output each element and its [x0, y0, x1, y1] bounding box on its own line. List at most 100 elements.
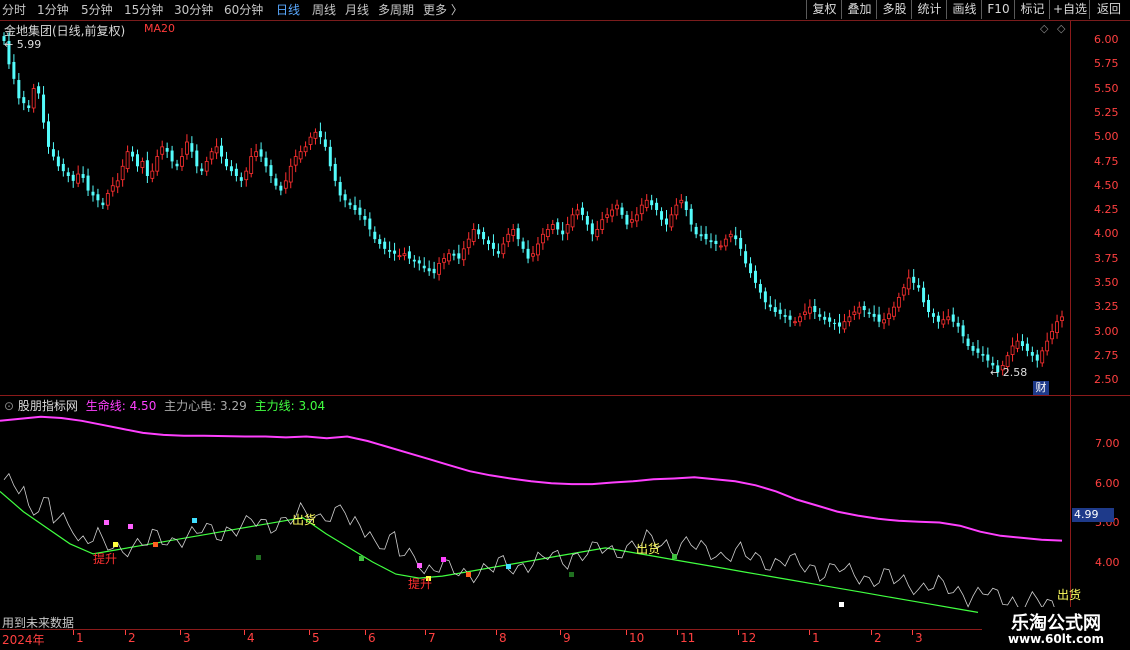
candle-body [1030, 352, 1034, 356]
candle-body [620, 207, 624, 215]
candle-body [1005, 355, 1010, 367]
adjust-button[interactable]: 复权 [806, 0, 842, 19]
draw-line-button[interactable]: 画线 [946, 0, 982, 19]
candle-body [818, 314, 822, 317]
candle-body [397, 255, 402, 258]
x-axis-month-label: 9 [563, 631, 571, 645]
period-intraday[interactable]: 分时 [2, 2, 26, 18]
x-axis-tick [365, 630, 366, 635]
x-axis-month-label: 8 [499, 631, 507, 645]
candle-body [699, 234, 703, 237]
candle-body [892, 306, 896, 317]
candle-body [516, 228, 520, 240]
candle-body [190, 143, 194, 152]
candle-body [867, 312, 871, 314]
candle-body [279, 185, 283, 191]
candle-body [813, 305, 817, 312]
candle-body [793, 321, 797, 324]
candle-body [175, 163, 179, 167]
finance-badge[interactable]: 财 [1033, 381, 1049, 395]
price-scale-label: 5.25 [1094, 105, 1119, 119]
candle-body [338, 182, 342, 196]
multi-stock-button[interactable]: 多股 [876, 0, 912, 19]
candle-body [12, 61, 16, 79]
candle-body [605, 214, 610, 218]
x-axis-year: 2024年 [2, 633, 45, 647]
candle-body [422, 265, 426, 269]
candle-body [66, 172, 70, 176]
candle-body [378, 239, 382, 244]
candle-body [27, 105, 31, 108]
candle-body [343, 194, 347, 201]
candle-body [229, 166, 233, 172]
overlay-button[interactable]: 叠加 [841, 0, 877, 19]
period-weekly[interactable]: 周线 [312, 2, 336, 18]
x-axis-tick [73, 630, 74, 635]
candle-body [452, 253, 456, 256]
statistics-button[interactable]: 统计 [911, 0, 947, 19]
candle-body [1025, 343, 1029, 351]
candle-body [373, 231, 377, 240]
candle-body [976, 348, 980, 353]
price-scale-label: 3.50 [1094, 276, 1119, 289]
candle-body [165, 148, 169, 152]
candle-body [709, 240, 713, 243]
heart-line [3, 472, 1063, 617]
candle-body [922, 287, 926, 303]
period-multi[interactable]: 多周期 [378, 2, 414, 18]
price-axis-border [1070, 21, 1071, 630]
candle-body [1035, 354, 1039, 361]
candle-body [298, 151, 303, 160]
period-1min[interactable]: 1分钟 [37, 2, 69, 18]
x-axis-month-label: 3 [915, 631, 923, 645]
candle-body [76, 173, 81, 184]
signal-dot [128, 524, 133, 529]
add-watchlist-button[interactable]: +自选 [1049, 0, 1090, 19]
candle-body [536, 243, 540, 256]
period-monthly[interactable]: 月线 [345, 2, 369, 18]
candle-body [956, 322, 960, 327]
period-daily[interactable]: 日线 [276, 2, 300, 18]
x-axis-month-label: 2 [874, 631, 882, 645]
f10-button[interactable]: F10 [981, 0, 1015, 19]
period-15min[interactable]: 15分钟 [124, 2, 163, 18]
candle-body [491, 242, 495, 249]
period-5min[interactable]: 5分钟 [81, 2, 113, 18]
mark-button[interactable]: 标记 [1014, 0, 1050, 19]
candle-body [575, 209, 580, 216]
candle-body [600, 219, 605, 230]
signal-dot [506, 564, 511, 569]
signal-out-2: 出货 [636, 542, 661, 556]
candle-body [936, 315, 940, 322]
x-axis-tick [912, 630, 913, 635]
candle-body [521, 241, 525, 249]
candle-body [887, 313, 891, 320]
candle-body [986, 354, 990, 361]
period-30min[interactable]: 30分钟 [174, 2, 213, 18]
signal-dot [192, 518, 197, 523]
period-60min[interactable]: 60分钟 [224, 2, 263, 18]
high-marker-value: 5.99 [16, 38, 42, 51]
candle-body [313, 131, 318, 139]
candle-body [308, 136, 313, 145]
candle-body [655, 202, 659, 210]
period-more[interactable]: 更多 〉 [423, 2, 463, 18]
candle-body [749, 263, 753, 274]
candle-body [200, 168, 204, 172]
candle-body [288, 165, 293, 183]
candle-body [393, 250, 397, 254]
signal-up-1: 提升 [93, 552, 118, 566]
candle-body [739, 237, 743, 249]
x-axis-tick [244, 630, 245, 635]
current-value-badge: 4.99 [1072, 508, 1114, 522]
candle-body [798, 316, 802, 323]
indicator-chart [0, 415, 1063, 617]
candle-body [185, 141, 189, 155]
candle-body [323, 139, 327, 147]
back-button[interactable]: 返回 [1089, 0, 1128, 19]
candle-body [625, 214, 629, 225]
candle-body [1015, 340, 1020, 349]
candle-body [580, 207, 584, 215]
signal-dot [672, 554, 677, 559]
candle-body [561, 230, 565, 235]
